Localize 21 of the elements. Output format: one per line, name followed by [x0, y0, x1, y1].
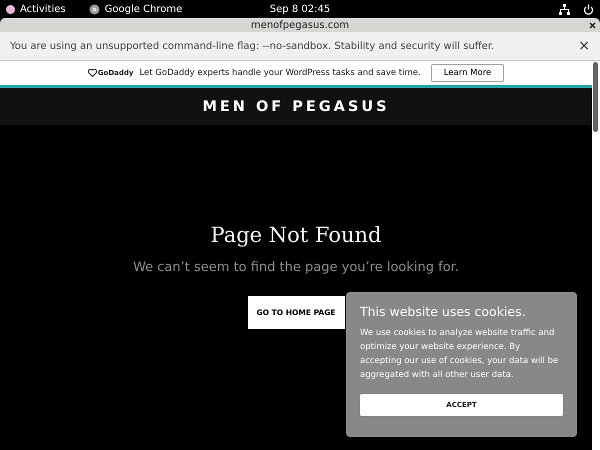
network-icon[interactable] — [559, 4, 570, 14]
close-icon[interactable] — [589, 22, 596, 29]
ad-text: Let GoDaddy experts handle your WordPress tasks and save time. — [139, 68, 421, 78]
cookie-title: This website uses cookies. — [360, 304, 527, 319]
power-icon[interactable] — [583, 4, 594, 14]
scrollbar[interactable] — [592, 61, 600, 450]
warning-message: You are using an unsupported command-line flag: --no-sandbox. Stability and security will suffer. — [10, 40, 494, 52]
app-icon — [88, 4, 100, 14]
error-message: We can’t seem to find the page you’re looking for. — [133, 260, 459, 275]
activities-button[interactable]: Activities — [20, 4, 66, 14]
app-name[interactable]: Google Chrome — [104, 4, 182, 14]
window-title: menofpegasus.com — [250, 20, 350, 30]
scrollbar-thumb[interactable] — [593, 62, 598, 132]
site-title[interactable]: MEN OF PEGASUS — [202, 98, 390, 114]
heart-icon — [88, 69, 97, 77]
activities-icon — [6, 4, 15, 14]
cookie-text: We use cookies to analyze website traffic and optimize your website experience. By accepting our use of cookies, your data will be aggregated with all other user data. — [360, 327, 560, 382]
page-heading: Page Not Found — [210, 223, 382, 247]
close-button[interactable]: × — [578, 38, 590, 54]
clock[interactable]: Sep 8 02:45 — [270, 4, 330, 14]
learn-more-button[interactable]: Learn More — [430, 64, 504, 82]
